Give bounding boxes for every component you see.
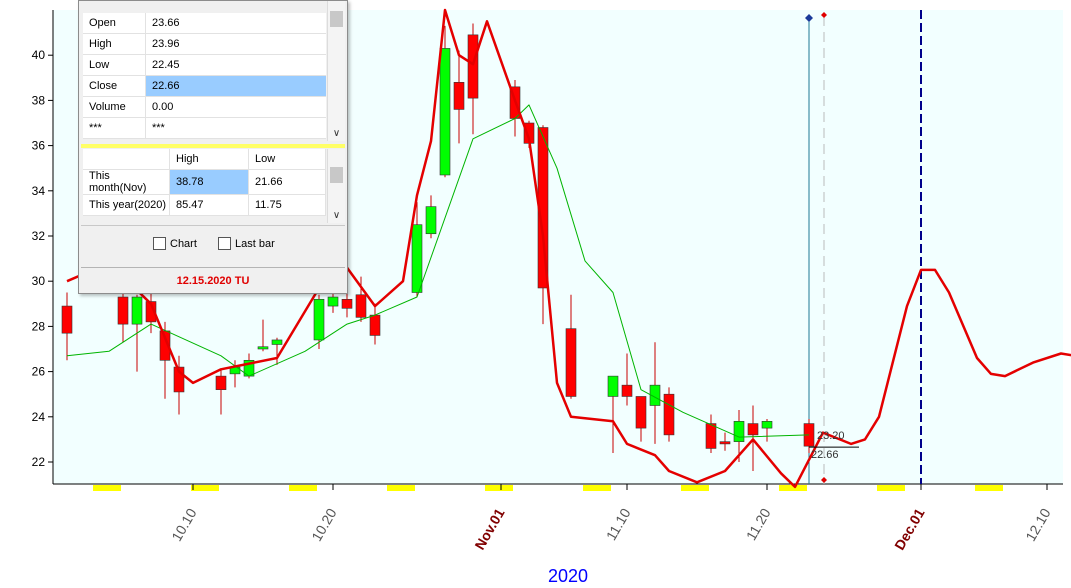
candle-body-13 <box>341 298 353 309</box>
candle-body-9 <box>257 346 269 350</box>
candle-29 <box>663 387 675 442</box>
ohlc-row-low: Low 22.45 <box>83 54 326 76</box>
candle-body-24 <box>565 328 577 397</box>
candle-body-33 <box>747 423 759 436</box>
weekend-marker-0 <box>93 485 121 491</box>
y-tick-label-4: 30 <box>32 274 46 288</box>
weekend-marker-2 <box>289 485 317 491</box>
ohlc-row-close: Close 22.66 <box>83 75 326 97</box>
weekend-marker-4 <box>485 485 513 491</box>
ohlc-scrollbar[interactable]: ∨ <box>327 1 345 141</box>
weekend-marker-5 <box>583 485 611 491</box>
ohlc-row-open: Open 23.66 <box>83 13 326 34</box>
candle-body-15 <box>369 314 381 336</box>
high-low-scroll-thumb[interactable] <box>330 167 343 183</box>
high-low-scrollbar[interactable]: ∨ <box>327 149 345 223</box>
candle-body-18 <box>439 48 451 176</box>
weekend-marker-1 <box>191 485 219 491</box>
high-low-table: High Low This month(Nov) 38.78 21.66 Thi… <box>83 149 326 216</box>
candle-body-10 <box>271 339 283 345</box>
weekend-marker-3 <box>387 485 415 491</box>
y-tick-label-6: 34 <box>32 184 46 198</box>
weekend-marker-8 <box>877 485 905 491</box>
y-tick-label-5: 32 <box>32 229 46 243</box>
chart-checkbox[interactable]: Chart <box>153 237 197 250</box>
y-tick-label-3: 28 <box>32 319 46 333</box>
candle-body-2 <box>131 296 143 325</box>
weekend-marker-9 <box>975 485 1003 491</box>
candle-body-30 <box>705 423 717 449</box>
weekend-marker-6 <box>681 485 709 491</box>
candle-body-32 <box>733 421 745 442</box>
close-value-label: 22.66 <box>811 449 839 461</box>
candle-body-17 <box>425 206 437 235</box>
panel-divider <box>81 225 345 226</box>
x-tick-label-2: Nov.01 <box>471 505 507 552</box>
x-axis-title: 2020 <box>548 566 588 586</box>
candle-body-31 <box>719 441 731 445</box>
y-tick-label-2: 26 <box>32 365 46 379</box>
chevron-down-icon[interactable]: ∨ <box>328 209 345 223</box>
candle-body-16 <box>411 224 423 293</box>
last-bar-checkbox[interactable]: Last bar <box>218 237 275 250</box>
high-low-row-year: This year(2020) 85.47 11.75 <box>83 194 326 216</box>
y-tick-label-1: 24 <box>32 410 46 424</box>
candle-body-29 <box>663 393 675 436</box>
candle-body-1 <box>117 296 129 325</box>
panel-separator <box>81 144 345 148</box>
y-tick-label-8: 38 <box>32 93 46 107</box>
candle-body-25 <box>607 375 619 397</box>
ohlc-scroll-thumb[interactable] <box>330 11 343 27</box>
footer-date: 12.15.2020 TU <box>81 267 345 294</box>
ma-value-label: 23.20 <box>817 430 845 442</box>
x-tick-label-5: Dec.01 <box>891 505 928 552</box>
ohlc-row-high: High 23.96 <box>83 33 326 55</box>
checkbox-icon[interactable] <box>218 237 231 250</box>
candle-body-27 <box>635 396 647 429</box>
y-tick-label-0: 22 <box>32 455 46 469</box>
candle-body-6 <box>215 375 227 390</box>
x-tick-label-4: 11.20 <box>743 505 774 543</box>
candle-body-0 <box>61 305 73 334</box>
x-tick-label-3: 11.10 <box>603 505 634 543</box>
x-tick-label-0: 10.10 <box>168 505 199 544</box>
candle-body-34 <box>761 421 773 429</box>
candle-body-12 <box>327 296 339 307</box>
x-tick-label-6: 12.10 <box>1022 505 1053 544</box>
y-tick-label-9: 40 <box>32 48 46 62</box>
ohlc-row-volume: Volume 0.00 <box>83 96 326 118</box>
ohlc-row-extra: *** *** <box>83 117 326 139</box>
checkbox-icon[interactable] <box>153 237 166 250</box>
candle-body-20 <box>467 34 479 99</box>
candle-body-14 <box>355 294 367 318</box>
ohlc-table: Open 23.66 High 23.96 Low 22.45 Close 22.66 … <box>83 13 326 139</box>
candle-body-19 <box>453 82 465 110</box>
candle-body-11 <box>313 298 325 341</box>
data-window-panel: Open 23.66 High 23.96 Low 22.45 Close 22.66 … <box>78 0 348 294</box>
y-tick-label-7: 36 <box>32 139 46 153</box>
candle-body-26 <box>621 384 633 397</box>
high-low-header: High Low <box>83 149 326 170</box>
chevron-down-icon[interactable]: ∨ <box>328 127 345 141</box>
high-low-row-month: This month(Nov) 38.78 21.66 <box>83 169 326 195</box>
x-tick-label-1: 10.20 <box>308 505 339 544</box>
